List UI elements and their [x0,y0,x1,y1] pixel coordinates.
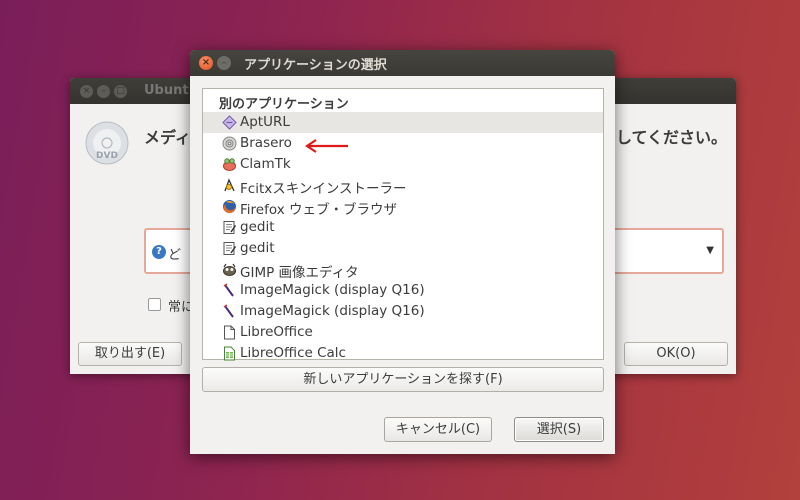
text-editor-icon [223,221,237,234]
firefox-icon [223,200,236,213]
svg-text:DVD: DVD [96,151,118,161]
dvd-disc-icon: DVD [85,121,129,165]
cancel-button[interactable]: キャンセル(C) [384,417,492,442]
question-icon: ? [152,245,166,259]
ok-button[interactable]: OK(O) [624,342,728,366]
list-item-libreoffice-calc[interactable]: LibreOffice Calc [203,343,603,364]
list-item-label: gedit [240,219,275,235]
list-item-label: gedit [240,240,275,256]
clamtk-icon [223,158,236,171]
libreoffice-calc-icon [224,346,235,361]
list-item-imagemagick[interactable]: ImageMagick (display Q16) [203,280,603,301]
list-item-imagemagick-2[interactable]: ImageMagick (display Q16) [203,301,603,322]
list-item-label: Fcitxスキンインストーラー [240,181,407,197]
list-item-gedit-2[interactable]: gedit [203,238,603,259]
chevron-down-icon: ▼ [706,245,714,256]
dialog-title: アプリケーションの選択 [244,58,387,73]
list-item-label: ClamTk [240,156,291,172]
list-item-apturl[interactable]: AptURL [203,112,603,133]
find-new-application-button[interactable]: 新しいアプリケーションを探す(F) [202,367,604,392]
gimp-icon [223,263,236,276]
list-item-label: AptURL [240,114,290,130]
list-item-label: GIMP 画像エディタ [240,265,359,281]
text-editor-icon [223,242,237,255]
libreoffice-icon [224,325,235,340]
minimize-icon[interactable]: – [217,56,231,70]
list-item-label: Brasero [240,135,292,151]
always-checkbox[interactable] [148,298,161,311]
imagemagick-icon [223,283,234,297]
list-item-label: LibreOffice [240,324,313,340]
eject-button[interactable]: 取り出す(E) [78,342,182,366]
apturl-icon [222,115,237,130]
list-item-libreoffice[interactable]: LibreOffice [203,322,603,343]
close-icon[interactable]: × [199,56,213,70]
list-item-label: ImageMagick (display Q16) [240,282,425,298]
list-item-label: LibreOffice Calc [240,345,346,361]
action-combobox-text: ど [168,248,182,263]
list-item-brasero[interactable]: Brasero [203,133,603,154]
app-chooser-dialog: × – アプリケーションの選択 別のアプリケーション AptURL Braser… [190,50,615,454]
list-item-fcitx[interactable]: Fcitxスキンインストーラー [203,175,603,197]
application-list[interactable]: 別のアプリケーション AptURL Brasero ClamTk Fcitxスキ… [202,88,604,361]
titlebar: × – アプリケーションの選択 [190,50,615,76]
list-item-gedit[interactable]: gedit [203,217,603,238]
imagemagick-icon [223,304,234,318]
list-item-gimp[interactable]: GIMP 画像エディタ [203,259,603,281]
background-title: Ubunt [144,83,189,98]
list-item-clamtk[interactable]: ClamTk [203,154,603,175]
fcitx-icon [224,178,235,192]
minimize-icon[interactable]: – [97,85,110,98]
list-item-firefox[interactable]: Firefox ウェブ・ブラウザ [203,196,603,218]
list-item-label: ImageMagick (display Q16) [240,303,425,319]
select-button[interactable]: 選択(S) [514,417,604,442]
close-icon[interactable]: × [80,85,93,98]
list-item-label: Firefox ウェブ・ブラウザ [240,202,397,218]
annotation-arrow-icon [305,139,348,153]
list-header: 別のアプリケーション [219,97,349,112]
disc-icon [222,136,237,151]
maximize-icon[interactable]: □ [114,85,127,98]
background-heading: メディ [144,128,191,147]
background-heading-tail: してください。 [616,128,728,147]
